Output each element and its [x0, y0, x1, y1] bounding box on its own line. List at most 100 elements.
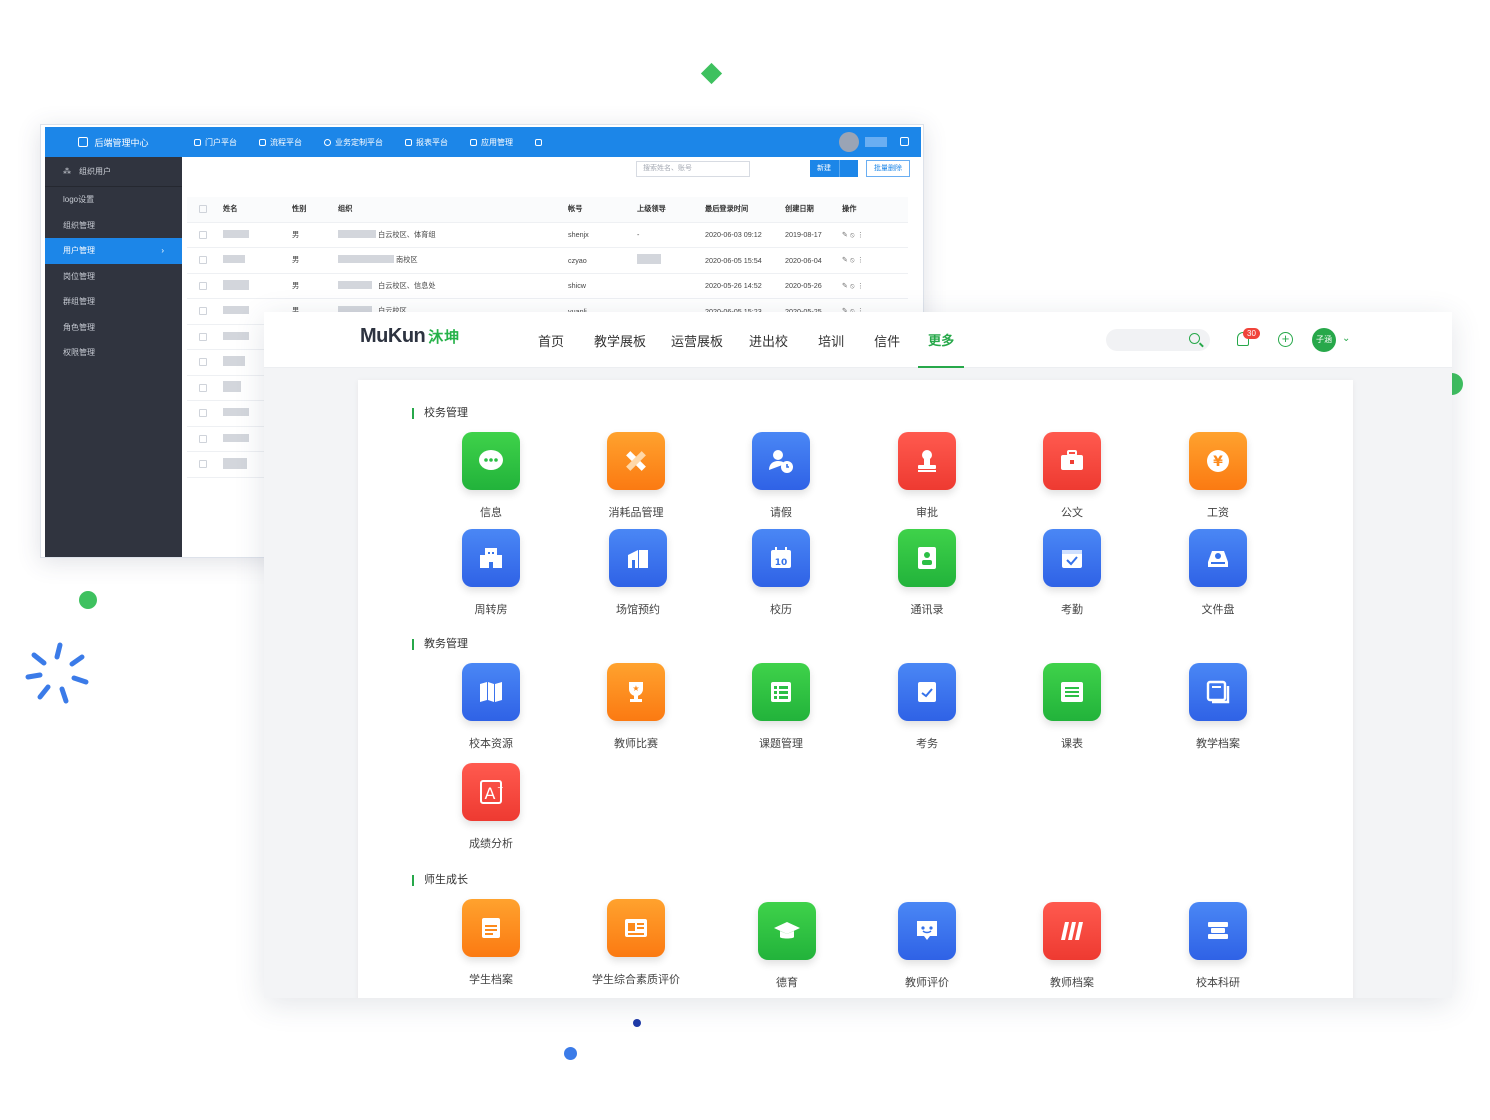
table-row[interactable]: 男 南校区 czyao 2020-06-05 15:54 2020-06-04 … — [187, 248, 908, 274]
app-tile-calendar[interactable]: 10 校历 — [726, 529, 836, 617]
select-all-checkbox[interactable] — [199, 205, 207, 214]
batch-delete-button[interactable]: 批量删除 — [866, 160, 910, 177]
column-header[interactable]: 帐号 — [568, 204, 582, 214]
app-tile-student-archive[interactable]: 学生档案 — [436, 899, 546, 987]
topnav-apps[interactable]: 应用管理 — [470, 137, 513, 148]
sidebar-item-label: 岗位管理 — [63, 271, 95, 281]
app-tile-attendance[interactable]: 考勤 — [1017, 529, 1127, 617]
sidebar-item-posts[interactable]: 岗位管理 — [45, 264, 182, 290]
column-header: 操作 — [842, 204, 857, 214]
app-tile-exam[interactable]: 考务 — [872, 663, 982, 751]
admin-toolbar: 搜索姓名、账号 新建 批量删除 — [182, 157, 921, 187]
topnav-portal[interactable]: 门户平台 — [194, 137, 237, 148]
nav-gate[interactable]: 进出校 — [749, 312, 788, 368]
app-tile-approval[interactable]: 审批 — [872, 432, 982, 520]
row-checkbox[interactable] — [199, 332, 207, 341]
logout-icon[interactable] — [900, 137, 909, 146]
column-header[interactable]: 创建日期 — [785, 204, 814, 214]
notification-badge: 30 — [1243, 328, 1260, 339]
app-tile-timetable[interactable]: 课表 — [1017, 663, 1127, 751]
admin-menu: logo设置 组织管理 用户管理 › 岗位管理 群组管理 角色管理 权限管理 — [45, 187, 182, 366]
row-actions[interactable]: ✎ ⦸ ⋮ — [842, 230, 864, 240]
app-tile-consumables[interactable]: 消耗品管理 — [581, 432, 691, 520]
table-row[interactable]: 男 白云校区、体育组 shenjx - 2020-06-03 09:12 201… — [187, 223, 908, 248]
app-tile-leave[interactable]: 请假 — [726, 432, 836, 520]
row-checkbox[interactable] — [199, 383, 207, 392]
avatar[interactable] — [839, 132, 859, 152]
sidebar-section-org-users[interactable]: ⁂ 组织用户 — [45, 157, 182, 187]
monitor-icon — [194, 138, 201, 146]
section-title: 师生成长 — [412, 875, 468, 886]
app-tile-info[interactable]: 信息 — [436, 432, 546, 520]
sidebar-item-groups[interactable]: 群组管理 — [45, 289, 182, 315]
row-checkbox[interactable] — [199, 460, 207, 469]
app-tile-teaching-archive[interactable]: 教学档案 — [1163, 663, 1273, 751]
column-header[interactable]: 性别 — [292, 204, 306, 214]
sidebar-item-org[interactable]: 组织管理 — [45, 213, 182, 239]
nav-training[interactable]: 培训 — [818, 312, 844, 368]
search-input[interactable] — [1106, 329, 1210, 351]
app-tile-school-resources[interactable]: 校本资源 — [436, 663, 546, 751]
admin-brand[interactable]: 后端管理中心 — [45, 127, 182, 157]
row-checkbox[interactable] — [199, 307, 207, 316]
app-tile-topic[interactable]: 课题管理 — [726, 663, 836, 751]
sidebar-item-users[interactable]: 用户管理 › — [45, 238, 182, 264]
app-tile-contacts[interactable]: 通讯录 — [872, 529, 982, 617]
app-tile-teacher-evaluation[interactable]: 教师评价 — [872, 902, 982, 990]
nav-home[interactable]: 首页 — [538, 312, 564, 368]
chevron-down-icon[interactable]: ⌄ — [1342, 333, 1350, 344]
name-blurred — [223, 408, 249, 418]
app-tile-housing[interactable]: 周转房 — [436, 529, 546, 617]
nav-teaching-board[interactable]: 教学展板 — [594, 312, 646, 368]
logo[interactable]: MuKun 沐坤 — [360, 325, 460, 348]
sidebar-item-roles[interactable]: 角色管理 — [45, 315, 182, 341]
tile-label: 审批 — [916, 507, 938, 519]
column-header[interactable]: 最后登录时间 — [705, 204, 748, 214]
app-tile-grade-analysis[interactable]: A + 成绩分析 — [436, 763, 546, 851]
row-checkbox[interactable] — [199, 434, 207, 443]
row-checkbox[interactable] — [199, 409, 207, 418]
flow-icon — [259, 138, 266, 146]
sidebar-item-permissions[interactable]: 权限管理 — [45, 340, 182, 366]
app-tile-document[interactable]: 公文 — [1017, 432, 1127, 520]
avatar[interactable]: 子涵 — [1312, 328, 1336, 352]
topnav-report[interactable]: 报表平台 — [405, 137, 448, 148]
app-tile-venue[interactable]: 场馆预约 — [583, 529, 693, 617]
app-tile-drive[interactable]: 文件盘 — [1163, 529, 1273, 617]
tile-label: 工资 — [1207, 507, 1229, 519]
svg-text:¥: ¥ — [1213, 454, 1223, 470]
row-checkbox[interactable] — [199, 358, 207, 367]
topnav-more[interactable] — [535, 138, 542, 146]
search-input[interactable]: 搜索姓名、账号 — [636, 161, 750, 177]
logo-text: MuKun — [360, 325, 426, 347]
nav-operation-board[interactable]: 运营展板 — [671, 312, 723, 368]
app-tile-teacher-contest[interactable]: ★ 教师比赛 — [581, 663, 691, 751]
app-tile-moral-education[interactable]: 德育 — [732, 902, 842, 990]
row-actions[interactable]: ✎ ⦸ ⋮ — [842, 255, 864, 265]
column-header[interactable]: 姓名 — [223, 204, 237, 214]
app-tile-teacher-archive[interactable]: 教师档案 — [1017, 902, 1127, 990]
chart-icon — [405, 138, 412, 146]
table-row[interactable]: 男 白云校区、信息处 shicw 2020-05-26 14:52 2020-0… — [187, 274, 908, 299]
search-icon[interactable] — [1189, 333, 1200, 344]
sidebar-item-logo[interactable]: logo设置 — [45, 187, 182, 213]
column-header[interactable]: 组织 — [338, 204, 352, 214]
row-actions[interactable]: ✎ ⦸ ⋮ — [842, 281, 864, 291]
nav-more[interactable]: 更多 — [918, 312, 965, 368]
row-checkbox[interactable] — [199, 256, 207, 265]
topnav-label: 门户平台 — [205, 137, 237, 147]
app-tile-salary[interactable]: ¥ 工资 — [1163, 432, 1273, 520]
topnav-custom[interactable]: 业务定制平台 — [324, 137, 383, 148]
topnav-label: 流程平台 — [270, 137, 302, 147]
row-checkbox[interactable] — [199, 230, 207, 239]
row-checkbox[interactable] — [199, 281, 207, 290]
app-tile-research[interactable]: 校本科研 — [1163, 902, 1273, 990]
name-blurred — [223, 279, 249, 292]
column-header[interactable]: 上级领导 — [637, 204, 666, 214]
tile-label: 课题管理 — [759, 738, 803, 750]
new-button[interactable]: 新建 — [810, 160, 858, 177]
app-tile-student-evaluation[interactable]: 学生综合素质评价 — [581, 899, 691, 987]
add-icon[interactable]: + — [1278, 332, 1293, 347]
nav-letters[interactable]: 信件 — [874, 312, 900, 368]
topnav-process[interactable]: 流程平台 — [259, 137, 302, 148]
